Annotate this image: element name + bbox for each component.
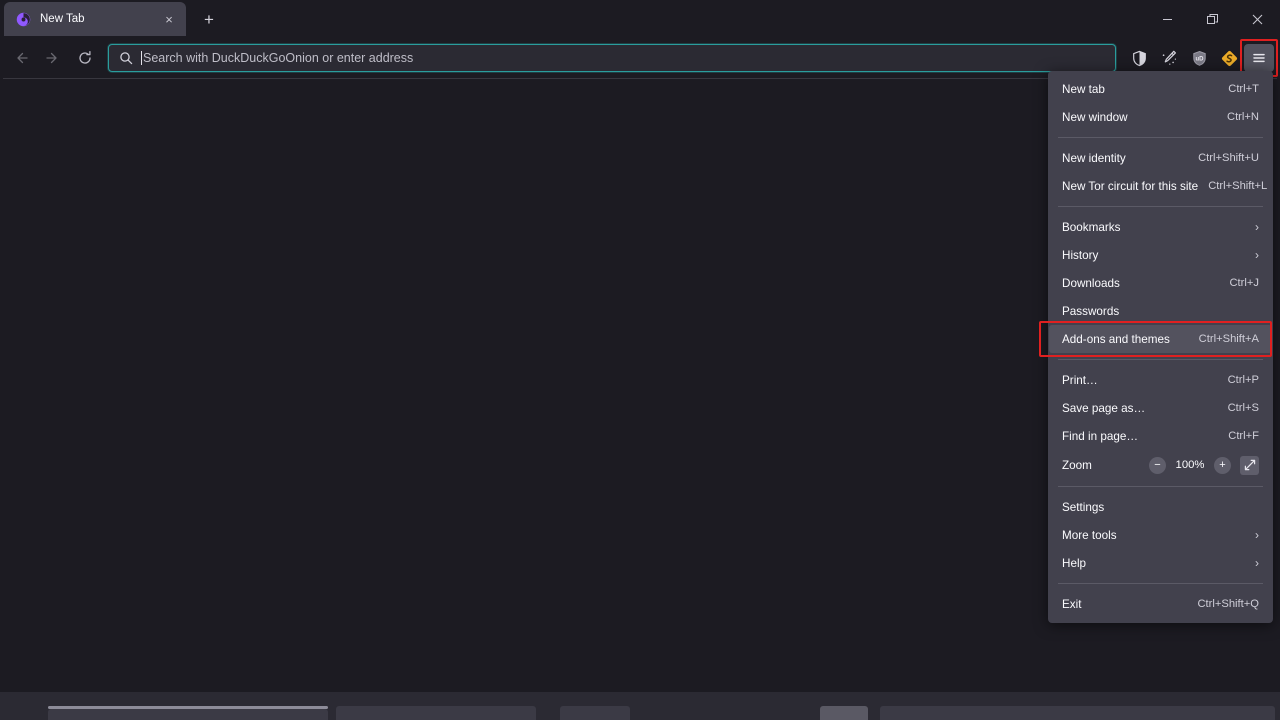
restore-icon[interactable] bbox=[1190, 0, 1235, 38]
desktop-taskbar bbox=[0, 692, 1280, 720]
menu-item-print[interactable]: Print… Ctrl+P bbox=[1049, 366, 1272, 394]
close-icon[interactable]: × bbox=[160, 10, 178, 28]
menu-item-shortcut: Ctrl+Shift+A bbox=[1199, 333, 1259, 345]
menu-separator bbox=[1058, 137, 1263, 138]
menu-item-label: New window bbox=[1062, 111, 1217, 124]
ublock-origin-icon[interactable]: uD bbox=[1184, 44, 1214, 72]
menu-item-label: Save page as… bbox=[1062, 402, 1218, 415]
tab-strip: New Tab × + bbox=[0, 0, 1280, 38]
tor-onion-icon bbox=[15, 11, 31, 27]
chevron-right-icon: › bbox=[1255, 249, 1259, 261]
svg-text:uD: uD bbox=[1195, 56, 1204, 62]
tab-new-tab[interactable]: New Tab × bbox=[4, 2, 186, 36]
menu-item-label: Add-ons and themes bbox=[1062, 333, 1189, 346]
taskbar-item[interactable] bbox=[880, 706, 1275, 720]
menu-separator bbox=[1058, 583, 1263, 584]
menu-item-save-page-as[interactable]: Save page as… Ctrl+S bbox=[1049, 394, 1272, 422]
menu-separator bbox=[1058, 359, 1263, 360]
noscript-icon[interactable] bbox=[1214, 44, 1244, 72]
menu-item-label: New Tor circuit for this site bbox=[1062, 180, 1198, 193]
tab-title: New Tab bbox=[40, 13, 160, 25]
menu-item-downloads[interactable]: Downloads Ctrl+J bbox=[1049, 269, 1272, 297]
url-input[interactable]: Search with DuckDuckGoOnion or enter add… bbox=[143, 51, 413, 65]
taskbar-item[interactable] bbox=[560, 706, 630, 720]
menu-item-shortcut: Ctrl+S bbox=[1228, 402, 1259, 414]
menu-item-shortcut: Ctrl+N bbox=[1227, 111, 1259, 123]
window-controls bbox=[1145, 0, 1280, 38]
toolbar-icon-group: uD bbox=[1124, 44, 1274, 72]
taskbar-item[interactable] bbox=[48, 709, 328, 720]
hamburger-menu-icon[interactable] bbox=[1244, 44, 1274, 72]
shield-icon[interactable] bbox=[1124, 44, 1154, 72]
menu-item-label: History bbox=[1062, 249, 1245, 262]
minimize-icon[interactable] bbox=[1145, 0, 1190, 38]
menu-item-label: Print… bbox=[1062, 374, 1218, 387]
menu-item-shortcut: Ctrl+Shift+Q bbox=[1197, 598, 1259, 610]
zoom-level-value: 100% bbox=[1175, 459, 1205, 471]
menu-item-more-tools[interactable]: More tools › bbox=[1049, 521, 1272, 549]
menu-item-shortcut: Ctrl+Shift+U bbox=[1198, 152, 1259, 164]
menu-item-label: Help bbox=[1062, 557, 1245, 570]
menu-item-shortcut: Ctrl+Shift+L bbox=[1208, 180, 1267, 192]
menu-item-label: New identity bbox=[1062, 152, 1188, 165]
menu-item-label: Exit bbox=[1062, 598, 1187, 611]
menu-item-new-window[interactable]: New window Ctrl+N bbox=[1049, 103, 1272, 131]
new-identity-broom-icon[interactable] bbox=[1154, 44, 1184, 72]
taskbar-item-active-indicator bbox=[48, 706, 328, 709]
menu-item-shortcut: Ctrl+T bbox=[1228, 83, 1259, 95]
menu-item-label: Settings bbox=[1062, 501, 1259, 514]
menu-item-shortcut: Ctrl+J bbox=[1229, 277, 1259, 289]
forward-button[interactable] bbox=[38, 44, 68, 72]
taskbar-item[interactable] bbox=[336, 706, 536, 720]
menu-item-addons-and-themes[interactable]: Add-ons and themes Ctrl+Shift+A bbox=[1049, 325, 1272, 353]
menu-item-history[interactable]: History › bbox=[1049, 241, 1272, 269]
menu-item-label: More tools bbox=[1062, 529, 1245, 542]
menu-item-label: Bookmarks bbox=[1062, 221, 1245, 234]
taskbar-item[interactable] bbox=[820, 706, 868, 720]
back-button[interactable] bbox=[6, 44, 36, 72]
application-menu-panel: New tab Ctrl+T New window Ctrl+N New ide… bbox=[1048, 71, 1273, 623]
menu-item-label: Downloads bbox=[1062, 277, 1219, 290]
text-caret bbox=[141, 51, 142, 65]
menu-item-new-tab[interactable]: New tab Ctrl+T bbox=[1049, 75, 1272, 103]
menu-item-shortcut: Ctrl+F bbox=[1228, 430, 1259, 442]
menu-item-passwords[interactable]: Passwords bbox=[1049, 297, 1272, 325]
menu-item-shortcut: Ctrl+P bbox=[1228, 374, 1259, 386]
menu-separator bbox=[1058, 486, 1263, 487]
new-tab-button[interactable]: + bbox=[196, 6, 222, 32]
browser-window: New Tab × + bbox=[0, 0, 1280, 692]
zoom-label: Zoom bbox=[1062, 459, 1149, 472]
menu-item-zoom: Zoom − 100% + bbox=[1049, 450, 1272, 480]
reload-button[interactable] bbox=[70, 44, 100, 72]
close-icon[interactable] bbox=[1235, 0, 1280, 38]
url-bar-container: Search with DuckDuckGoOnion or enter add… bbox=[108, 44, 1116, 72]
chevron-right-icon: › bbox=[1255, 557, 1259, 569]
chevron-right-icon: › bbox=[1255, 529, 1259, 541]
menu-item-settings[interactable]: Settings bbox=[1049, 493, 1272, 521]
menu-separator bbox=[1058, 206, 1263, 207]
menu-item-bookmarks[interactable]: Bookmarks › bbox=[1049, 213, 1272, 241]
menu-item-find-in-page[interactable]: Find in page… Ctrl+F bbox=[1049, 422, 1272, 450]
menu-item-new-identity[interactable]: New identity Ctrl+Shift+U bbox=[1049, 144, 1272, 172]
zoom-in-button[interactable]: + bbox=[1214, 457, 1231, 474]
zoom-out-button[interactable]: − bbox=[1149, 457, 1166, 474]
menu-item-help[interactable]: Help › bbox=[1049, 549, 1272, 577]
menu-item-new-tor-circuit[interactable]: New Tor circuit for this site Ctrl+Shift… bbox=[1049, 172, 1272, 200]
menu-item-label: Passwords bbox=[1062, 305, 1259, 318]
zoom-controls: − 100% + bbox=[1149, 456, 1259, 475]
url-bar[interactable]: Search with DuckDuckGoOnion or enter add… bbox=[108, 44, 1116, 72]
search-icon bbox=[118, 51, 133, 66]
chevron-right-icon: › bbox=[1255, 221, 1259, 233]
menu-item-exit[interactable]: Exit Ctrl+Shift+Q bbox=[1049, 590, 1272, 618]
expand-icon[interactable] bbox=[1240, 456, 1259, 475]
menu-item-label: Find in page… bbox=[1062, 430, 1218, 443]
menu-item-label: New tab bbox=[1062, 83, 1218, 96]
